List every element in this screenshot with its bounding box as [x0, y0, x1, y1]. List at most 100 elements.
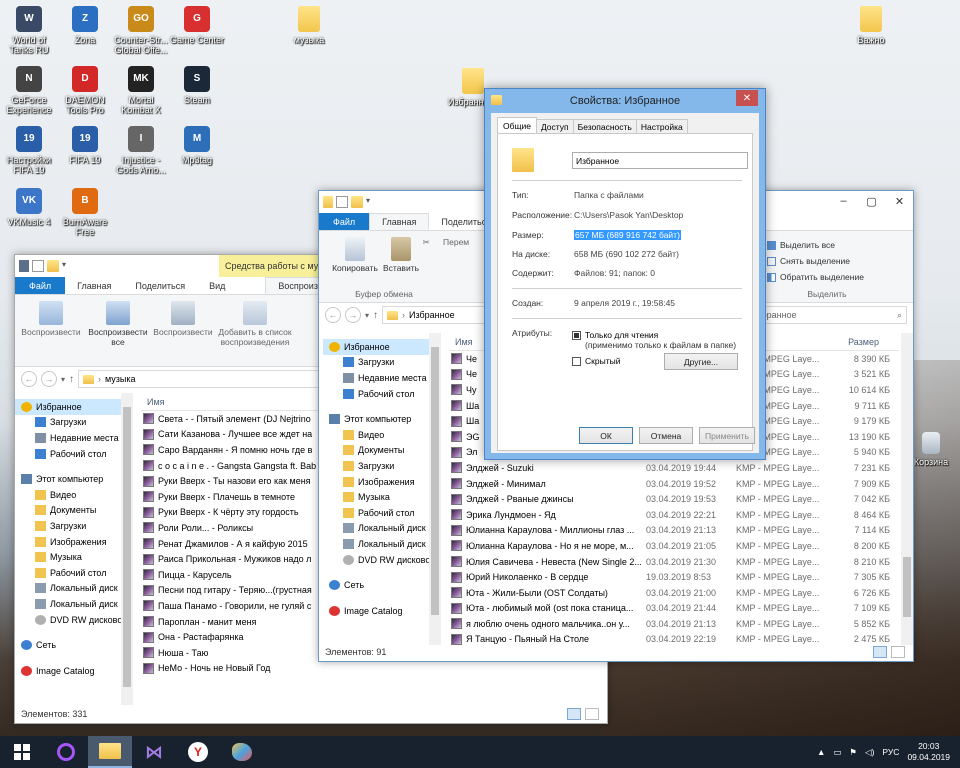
qat-dropdown-icon[interactable]: ▾ — [366, 196, 374, 208]
desktop-icon-mortal-kombat[interactable]: MK Mortal Kombat X — [112, 66, 170, 115]
paste-button[interactable]: Вставить — [381, 237, 421, 273]
desktop-icon-mp3tag[interactable]: M Mp3tag — [168, 126, 226, 165]
properties-icon[interactable] — [336, 196, 348, 208]
nav-item[interactable]: Рабочий стол — [15, 565, 121, 581]
close-button[interactable]: ✕ — [886, 191, 913, 211]
back-button[interactable]: ← — [21, 371, 37, 387]
nav-item[interactable]: Изображения — [323, 474, 429, 490]
tab-home[interactable]: Главная — [369, 213, 430, 230]
nav-item[interactable]: Недавние места — [323, 370, 429, 386]
nav-item[interactable]: Видео — [323, 427, 429, 443]
new-folder-icon[interactable] — [351, 196, 363, 208]
invert-selection-button[interactable]: Обратить выделение — [767, 269, 887, 285]
tab-view[interactable]: Вид — [197, 277, 237, 294]
large-icons-view-button[interactable] — [891, 646, 905, 658]
nav-item[interactable]: Избранное — [323, 339, 429, 355]
play-to-button[interactable]: Воспроизвести — [151, 301, 215, 337]
nav-item[interactable]: Загрузки — [323, 458, 429, 474]
breadcrumb[interactable]: музыка — [105, 374, 136, 384]
nav-item[interactable]: Этот компьютер — [323, 411, 429, 427]
details-view-button[interactable] — [873, 646, 887, 658]
tab-file[interactable]: Файл — [15, 277, 66, 294]
nav-item[interactable]: Image Catalog — [15, 663, 121, 679]
nav-item[interactable]: Локальный диск — [323, 536, 429, 552]
desktop-icon-wot[interactable]: W World of Tanks RU — [0, 6, 58, 55]
navigation-pane-scrollbar[interactable] — [429, 333, 441, 645]
select-all-button[interactable]: Выделить все — [767, 237, 887, 253]
tab-share[interactable]: Поделиться — [123, 277, 197, 294]
desktop-folder-muzyka[interactable]: музыка — [280, 6, 338, 45]
file-row[interactable]: Юта - Жили-Были (OST Солдаты) 03.04.2019 … — [449, 585, 899, 601]
nav-item[interactable]: Локальный диск — [323, 521, 429, 537]
taskbar-yandex-browser[interactable]: Y — [176, 736, 220, 768]
ok-button[interactable]: ОК — [579, 427, 633, 444]
nav-item[interactable]: Недавние места — [15, 430, 121, 446]
file-row[interactable]: Элджей - Рваные джинсы 03.04.2019 19:53 KM… — [449, 491, 899, 507]
file-row[interactable]: Юлианна Караулова - Но я не море, м... 03… — [449, 538, 899, 554]
details-view-button[interactable] — [567, 708, 581, 720]
desktop-icon-fifa-settings[interactable]: 19 Настройки FIFA 19 — [0, 126, 58, 175]
checkbox-indeterminate[interactable] — [572, 330, 581, 340]
nav-item[interactable]: Локальный диск — [15, 596, 121, 612]
up-button[interactable]: ↑ — [373, 310, 378, 321]
taskbar-visual-studio[interactable]: ⋈ — [132, 736, 176, 768]
desktop-icon-fifa[interactable]: 19 FIFA 19 — [56, 126, 114, 165]
nav-item[interactable]: Музыка — [323, 489, 429, 505]
forward-button[interactable]: → — [41, 371, 57, 387]
network-icon[interactable]: ▭ — [833, 747, 841, 758]
select-none-button[interactable]: Снять выделение — [767, 253, 887, 269]
desktop-icon-vkmusic[interactable]: VK VKMusic 4 — [0, 188, 58, 227]
file-row[interactable]: Юрий Николаенко - В сердце 19.03.2019 8:5… — [449, 569, 899, 585]
new-folder-icon[interactable] — [47, 260, 59, 272]
desktop-icon-injustice[interactable]: I Injustice - Gods Amo... — [112, 126, 170, 175]
hidden-checkbox[interactable]: Скрытый — [572, 356, 620, 366]
play-all-button[interactable]: Воспроизвести все — [83, 301, 153, 347]
large-icons-view-button[interactable] — [585, 708, 599, 720]
cut-button[interactable]: ✂ — [419, 237, 433, 247]
back-button[interactable]: ← — [325, 307, 341, 323]
copy-button[interactable]: Копировать — [327, 237, 383, 273]
system-menu-icon[interactable] — [323, 196, 333, 208]
clock[interactable]: 20:03 09.04.2019 — [907, 741, 950, 763]
nav-item[interactable]: Изображения — [15, 534, 121, 550]
advanced-button[interactable]: Другие... — [664, 353, 738, 370]
checkbox-unchecked[interactable] — [572, 356, 581, 366]
nav-item[interactable]: Локальный диск — [15, 581, 121, 597]
apply-button[interactable]: Применить — [699, 427, 755, 444]
column-header-size[interactable]: Размер — [751, 337, 891, 347]
nav-item[interactable]: Документы — [323, 443, 429, 459]
nav-item[interactable]: Сеть — [15, 637, 121, 653]
desktop-icon-csgo[interactable]: GO Counter-Str... Global Offe... — [112, 6, 170, 55]
show-hidden-icons-icon[interactable]: ▲ — [817, 747, 825, 757]
up-button[interactable]: ↑ — [69, 374, 74, 385]
tab-file[interactable]: Файл — [319, 213, 370, 230]
file-row[interactable]: Юта - любимый мой (ost пока станица... 03… — [449, 601, 899, 617]
add-to-playlist-button[interactable]: Добавить в список воспроизведения — [211, 301, 299, 347]
scrollbar-thumb[interactable] — [123, 407, 131, 687]
nav-item[interactable]: Избранное — [15, 399, 121, 415]
notification-flag-icon[interactable]: ⚑ — [849, 747, 857, 758]
desktop-icon-daemon[interactable]: D DAEMON Tools Pro — [56, 66, 114, 115]
nav-item[interactable]: Загрузки — [323, 355, 429, 371]
taskbar-paint[interactable] — [220, 736, 264, 768]
qat-dropdown-icon[interactable]: ▾ — [62, 260, 70, 272]
recent-locations-icon[interactable]: ▾ — [61, 375, 65, 384]
start-button[interactable] — [0, 736, 44, 768]
system-menu-icon[interactable] — [19, 260, 29, 272]
desktop-icon-steam[interactable]: S Steam — [168, 66, 226, 105]
properties-icon[interactable] — [32, 260, 44, 272]
file-row[interactable]: я люблю очень одного мальчика..он у... 03… — [449, 616, 899, 632]
cancel-button[interactable]: Отмена — [639, 427, 693, 444]
taskbar-explorer[interactable] — [88, 736, 132, 768]
nav-item[interactable]: Этот компьютер — [15, 471, 121, 487]
nav-item[interactable]: Рабочий стол — [323, 505, 429, 521]
desktop-icon-geforce[interactable]: N GeForce Experience — [0, 66, 58, 115]
desktop-folder-vazhno[interactable]: Важно — [842, 6, 900, 45]
recent-locations-icon[interactable]: ▾ — [365, 311, 369, 320]
move-to-button[interactable]: Перем — [443, 237, 483, 247]
file-row[interactable]: НеМо - Ночь не Новый Год — [141, 661, 609, 677]
file-row[interactable]: Юлия Савичева - Невеста (New Single 2...… — [449, 554, 899, 570]
nav-item[interactable]: Image Catalog — [323, 603, 429, 619]
nav-item[interactable]: Рабочий стол — [323, 386, 429, 402]
nav-item[interactable]: Рабочий стол — [15, 446, 121, 462]
